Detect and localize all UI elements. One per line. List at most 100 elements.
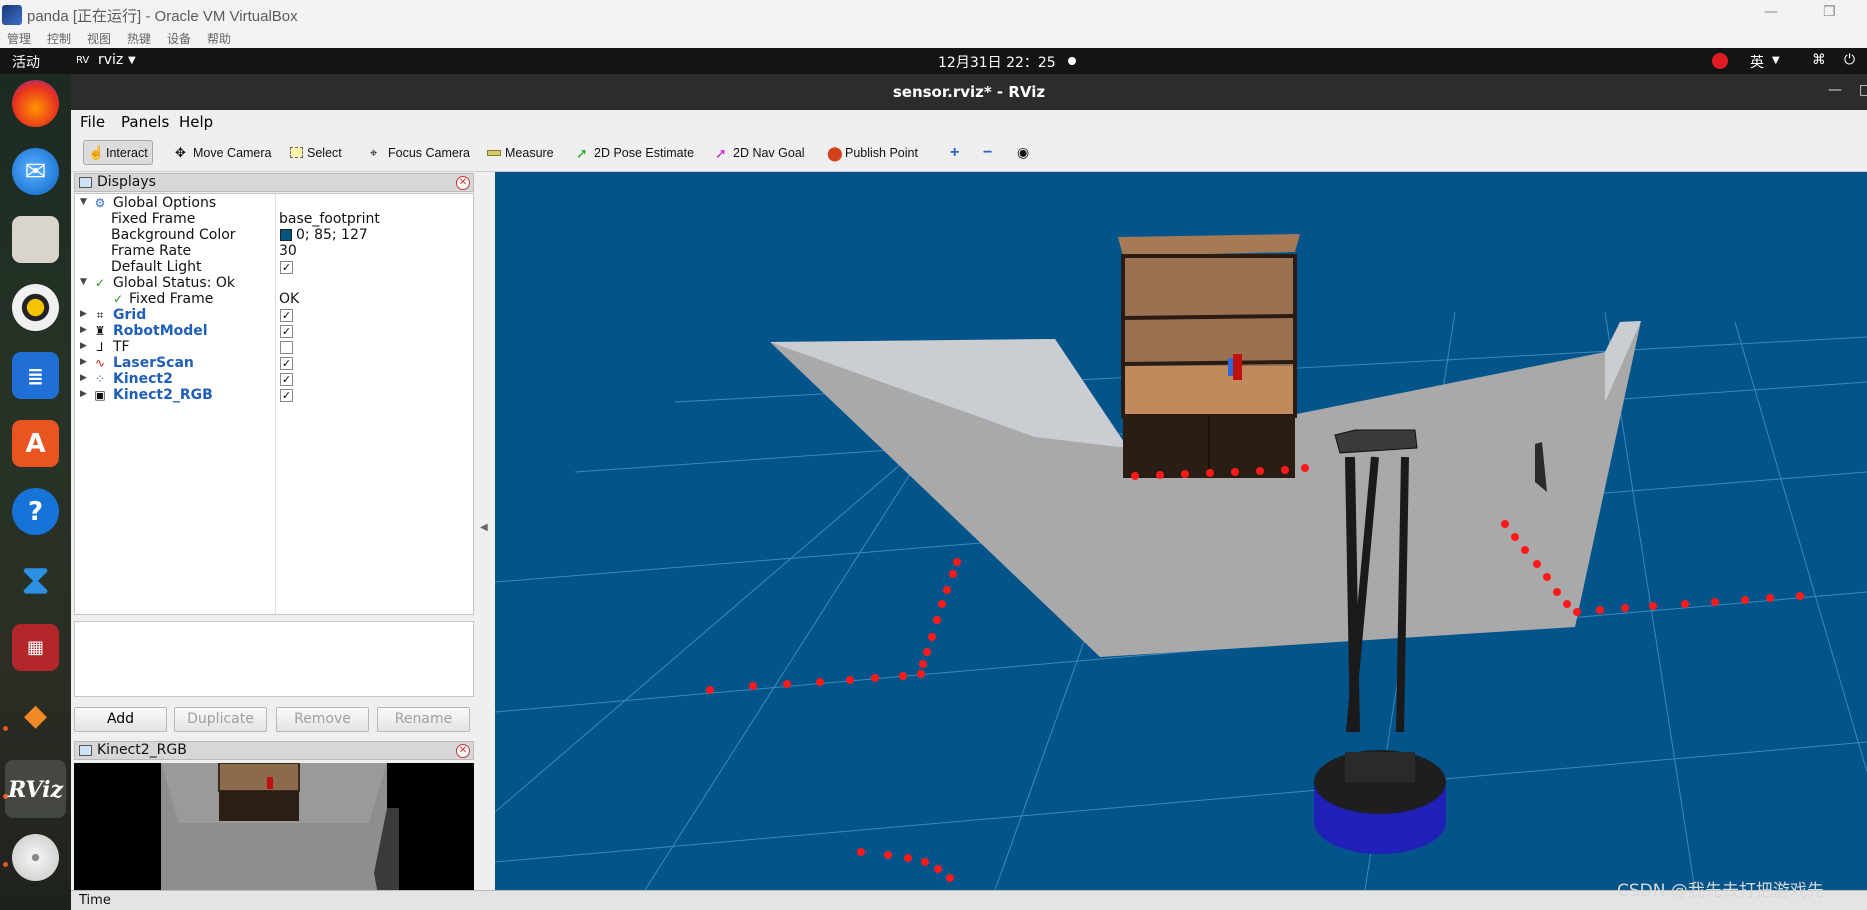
remove-button[interactable]: Remove: [276, 707, 369, 732]
vbox-menu-help[interactable]: 帮助: [207, 30, 231, 47]
collapsed-arrow-icon[interactable]: ▶: [80, 325, 87, 335]
thunderbird-icon[interactable]: ✉: [12, 148, 59, 195]
vbox-menu-control[interactable]: 控制: [47, 30, 71, 47]
frame-rate-value[interactable]: 30: [279, 243, 297, 259]
rviz-icon[interactable]: RViz: [8, 766, 63, 813]
rename-button[interactable]: Rename: [377, 707, 470, 732]
restore-icon[interactable]: ❐: [1823, 4, 1836, 20]
firefox-icon[interactable]: [12, 80, 59, 127]
time-panel: Time: [71, 890, 1867, 910]
minimize-icon[interactable]: —: [1764, 4, 1778, 20]
expanded-arrow-icon[interactable]: ▼: [80, 277, 87, 287]
activities-button[interactable]: 活动: [12, 52, 40, 72]
tool-focus-camera[interactable]: ⌖ Focus Camera: [366, 140, 474, 165]
do-not-disturb-icon[interactable]: [1712, 53, 1728, 69]
kinect2-rgb-checkbox[interactable]: ✓: [280, 389, 293, 402]
menu-help[interactable]: Help: [179, 113, 213, 131]
tool-measure-label: Measure: [505, 145, 554, 160]
tool-move-camera[interactable]: ✥ Move Camera: [171, 140, 276, 165]
close-icon[interactable]: ✕: [456, 176, 470, 190]
app-menu-rviz[interactable]: rviz: [98, 52, 123, 68]
remove-tool-icon[interactable]: −: [979, 140, 996, 165]
layers-app-icon[interactable]: ◆: [12, 692, 59, 739]
help-icon[interactable]: ?: [12, 488, 59, 535]
tool-interact[interactable]: ☝ Interact: [83, 140, 153, 165]
expanded-arrow-icon[interactable]: ▼: [80, 197, 87, 207]
tf-checkbox[interactable]: [280, 341, 293, 354]
laser-wave-icon: ∿: [94, 356, 106, 370]
status-fixed-frame-label: Fixed Frame: [129, 291, 214, 307]
chevron-down-icon[interactable]: ▼: [1772, 55, 1780, 66]
menu-panels[interactable]: Panels: [121, 113, 169, 131]
running-indicator: [3, 862, 8, 867]
move-camera-icon: ✥: [175, 144, 186, 160]
disc-icon[interactable]: [12, 834, 59, 881]
app-center-icon[interactable]: A: [12, 420, 59, 467]
fixed-frame-label: Fixed Frame: [111, 211, 196, 227]
render-viewport[interactable]: [495, 172, 1867, 890]
collapse-arrow-icon[interactable]: ◀: [480, 522, 488, 533]
collapsed-arrow-icon[interactable]: ▶: [80, 341, 87, 351]
description-box: [74, 621, 474, 697]
vbox-menu-hotkeys[interactable]: 热键: [127, 30, 151, 47]
collapsed-arrow-icon[interactable]: ▶: [80, 389, 87, 399]
panel-splitter[interactable]: ◀: [477, 172, 495, 900]
tool-select[interactable]: Select: [286, 140, 346, 165]
chevron-down-icon[interactable]: ▼: [128, 55, 136, 66]
maximize-icon[interactable]: □: [1859, 82, 1867, 98]
add-button[interactable]: Add: [74, 707, 167, 732]
network-icon[interactable]: ⌘: [1812, 52, 1826, 68]
power-icon[interactable]: ⏻: [1844, 52, 1855, 68]
robotmodel-checkbox[interactable]: ✓: [280, 325, 293, 338]
running-indicator: [3, 726, 8, 731]
background-color-value[interactable]: 0; 85; 127: [296, 227, 368, 243]
duplicate-button[interactable]: Duplicate: [174, 707, 267, 732]
close-icon[interactable]: ✕: [456, 744, 470, 758]
fixed-frame-value[interactable]: base_footprint: [279, 211, 380, 227]
pointcloud-icon: ⁘: [94, 372, 106, 386]
displays-panel-title: Displays: [97, 174, 156, 190]
files-icon[interactable]: [12, 216, 59, 263]
vbox-menu-devices[interactable]: 设备: [167, 30, 191, 47]
collapsed-arrow-icon[interactable]: ▶: [80, 373, 87, 383]
rhythmbox-icon[interactable]: [12, 284, 59, 331]
terminal-app-icon[interactable]: ▦: [12, 624, 59, 671]
rviz-small-icon: RV: [76, 55, 90, 66]
tool-2d-nav-goal[interactable]: ➚ 2D Nav Goal: [711, 140, 809, 165]
input-method-indicator[interactable]: 英: [1750, 52, 1764, 72]
displays-tree: ▼ ⚙ Global Options Fixed Frame base_foot…: [74, 193, 474, 615]
tree-row-kinect2-rgb[interactable]: ▶ ▣ Kinect2_RGB ✓: [75, 386, 473, 405]
tf-axes-icon: ⅃: [96, 340, 104, 354]
tool-interact-label: Interact: [106, 145, 148, 160]
menu-file[interactable]: File: [80, 113, 105, 131]
gnome-top-bar: 活动 RV rviz ▼ 12月31日 22：25 英 ▼ ⌘ ⏻: [0, 48, 1867, 74]
image-icon: ▣: [94, 388, 106, 402]
frame-rate-label: Frame Rate: [111, 243, 192, 259]
laserscan-label: LaserScan: [113, 355, 194, 371]
vscode-icon[interactable]: ⧗: [12, 556, 59, 603]
checkmark-icon: ✓: [112, 292, 124, 306]
scene-3d[interactable]: [495, 172, 1867, 890]
grid-checkbox[interactable]: ✓: [280, 309, 293, 322]
collapsed-arrow-icon[interactable]: ▶: [80, 357, 87, 367]
minimize-icon[interactable]: —: [1828, 82, 1842, 98]
laserscan-checkbox[interactable]: ✓: [280, 357, 293, 370]
tool-2d-pose-estimate[interactable]: ➚ 2D Pose Estimate: [572, 140, 698, 165]
eye-icon[interactable]: ◉: [1013, 140, 1033, 165]
collapsed-arrow-icon[interactable]: ▶: [80, 309, 87, 319]
add-tool-icon[interactable]: +: [946, 140, 963, 165]
clock[interactable]: 12月31日 22：25: [938, 52, 1056, 72]
writer-icon[interactable]: ≣: [12, 352, 59, 399]
tool-publish-point[interactable]: ⬤ Publish Point: [823, 140, 922, 165]
virtualbox-menubar: 管理 控制 视图 热键 设备 帮助: [0, 29, 1867, 48]
kinect2-checkbox[interactable]: ✓: [280, 373, 293, 386]
vbox-menu-manage[interactable]: 管理: [7, 30, 31, 47]
color-swatch[interactable]: [280, 229, 292, 241]
camera-image: [161, 763, 399, 900]
default-light-checkbox[interactable]: ✓: [280, 261, 293, 274]
vbox-menu-view[interactable]: 视图: [87, 30, 111, 47]
rviz-toolbar: ☝ Interact ✥ Move Camera Select ⌖ Focus …: [71, 133, 1867, 172]
ruler-icon: [487, 149, 501, 156]
tool-measure[interactable]: Measure: [483, 140, 558, 165]
tool-move-camera-label: Move Camera: [193, 145, 272, 160]
